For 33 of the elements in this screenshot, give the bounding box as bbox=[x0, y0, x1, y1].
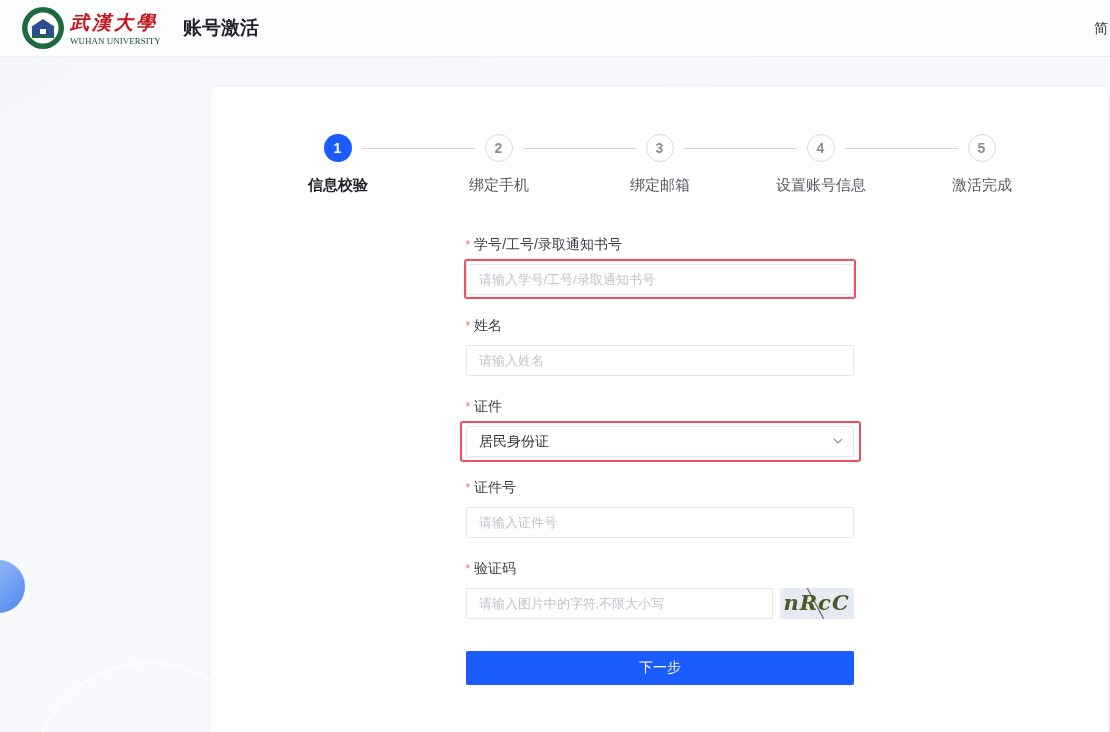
input-field[interactable]: 请输入姓名 bbox=[465, 344, 854, 376]
field-label: 证件号 bbox=[474, 478, 517, 497]
logo-subtitle: WUHAN UNIVERSITY bbox=[70, 36, 161, 46]
step-label: 设置账号信息 bbox=[775, 175, 866, 195]
step-label: 信息校验 bbox=[307, 175, 368, 195]
required-mark: * bbox=[465, 560, 471, 578]
step-number: 5 bbox=[967, 134, 996, 162]
input-field[interactable]: 请输入证件号 bbox=[465, 506, 854, 538]
required-mark: * bbox=[465, 317, 471, 335]
field-label: 验证码 bbox=[474, 559, 517, 578]
field-label: 姓名 bbox=[474, 316, 503, 335]
input-field[interactable]: 请输入图片中的字符,不限大小写 bbox=[465, 587, 773, 619]
step-number: 1 bbox=[323, 134, 352, 162]
required-mark: * bbox=[465, 236, 471, 254]
step-label: 绑定邮箱 bbox=[629, 175, 690, 195]
step-number: 2 bbox=[484, 134, 513, 162]
step-label: 绑定手机 bbox=[468, 175, 529, 195]
field-label: 学号/工号/录取通知书号 bbox=[474, 235, 622, 254]
chevron-down-icon bbox=[832, 438, 843, 444]
step-number: 4 bbox=[806, 134, 835, 162]
language-link[interactable]: 简 bbox=[1094, 17, 1108, 39]
required-mark: * bbox=[465, 398, 471, 416]
next-button[interactable]: 下一步 bbox=[465, 650, 854, 685]
emblem-icon bbox=[22, 7, 64, 49]
step-number: 3 bbox=[645, 134, 674, 162]
page-title: 账号激活 bbox=[182, 15, 259, 40]
required-mark: * bbox=[465, 479, 471, 497]
field-label: 证件 bbox=[474, 397, 503, 416]
captcha-image[interactable]: nRcC bbox=[779, 587, 854, 619]
select-field[interactable]: 居民身份证 bbox=[465, 425, 854, 457]
step-label: 激活完成 bbox=[951, 175, 1012, 195]
logo-text: 武漢大學 bbox=[70, 10, 159, 34]
input-field[interactable]: 请输入学号/工号/录取通知书号 bbox=[465, 263, 854, 295]
